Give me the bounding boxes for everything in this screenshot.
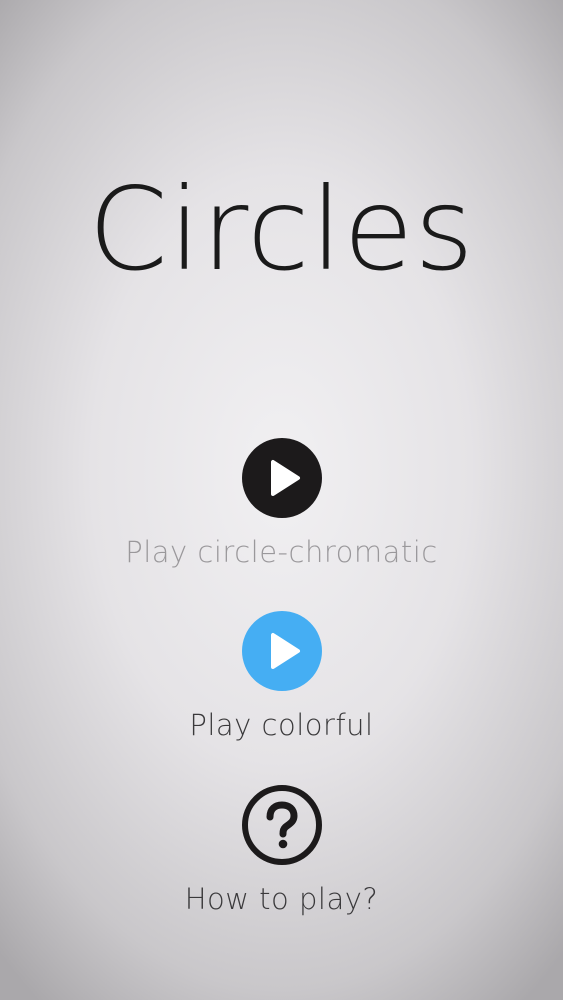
play-colorful-label: Play colorful [189, 708, 374, 742]
play-circle-chromatic-label: Play circle-chromatic [125, 535, 438, 569]
play-icon [270, 460, 300, 496]
how-to-play-button[interactable]: How to play? [0, 785, 563, 919]
play-chromatic-circle[interactable] [241, 438, 322, 518]
play-colorful-button[interactable]: Play colorful [0, 611, 563, 745]
play-circle-chromatic-button[interactable]: Play circle-chromatic [0, 438, 563, 572]
app-title: Circles [88, 163, 475, 296]
question-mark-icon [266, 801, 297, 849]
how-to-play-label: How to play? [184, 882, 379, 916]
how-to-play-circle[interactable] [241, 785, 322, 865]
play-colorful-circle[interactable] [241, 611, 322, 691]
main-menu-screen: Circles Play circle-chromatic Play color… [0, 0, 563, 1000]
play-icon [270, 633, 300, 669]
